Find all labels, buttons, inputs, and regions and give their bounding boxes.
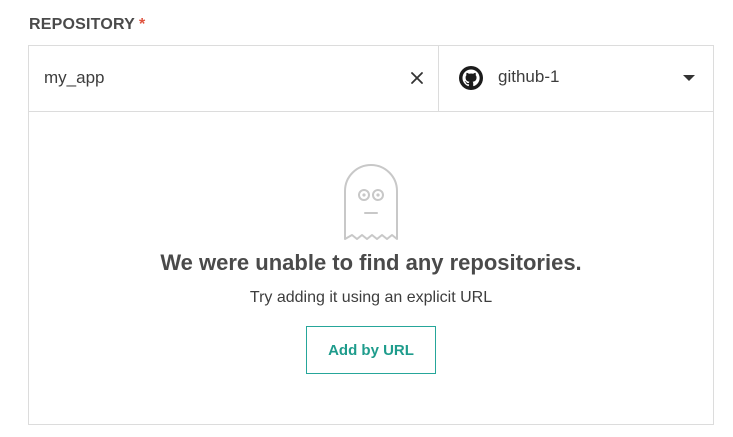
source-selected-label: github-1 — [498, 67, 560, 86]
close-icon — [411, 72, 423, 84]
repository-label-text: REPOSITORY — [29, 16, 136, 33]
repository-field-label: REPOSITORY * — [29, 16, 145, 34]
caret-down-icon — [683, 75, 695, 81]
empty-state: We were unable to find any repositories.… — [29, 112, 713, 424]
ghost-icon — [344, 164, 398, 240]
empty-state-title: We were unable to find any repositories. — [160, 250, 582, 275]
picker-header: github-1 — [29, 46, 713, 112]
clear-search-button[interactable] — [407, 68, 427, 88]
repository-search-input[interactable] — [44, 66, 384, 90]
github-icon — [459, 66, 483, 90]
repository-search-box — [29, 46, 439, 111]
required-asterisk: * — [139, 16, 146, 33]
empty-state-subtitle: Try adding it using an explicit URL — [249, 289, 493, 306]
source-dropdown[interactable]: github-1 — [439, 46, 713, 111]
repository-picker: github-1 We were unable to find any repo… — [28, 45, 714, 425]
add-by-url-button[interactable]: Add by URL — [306, 326, 436, 374]
